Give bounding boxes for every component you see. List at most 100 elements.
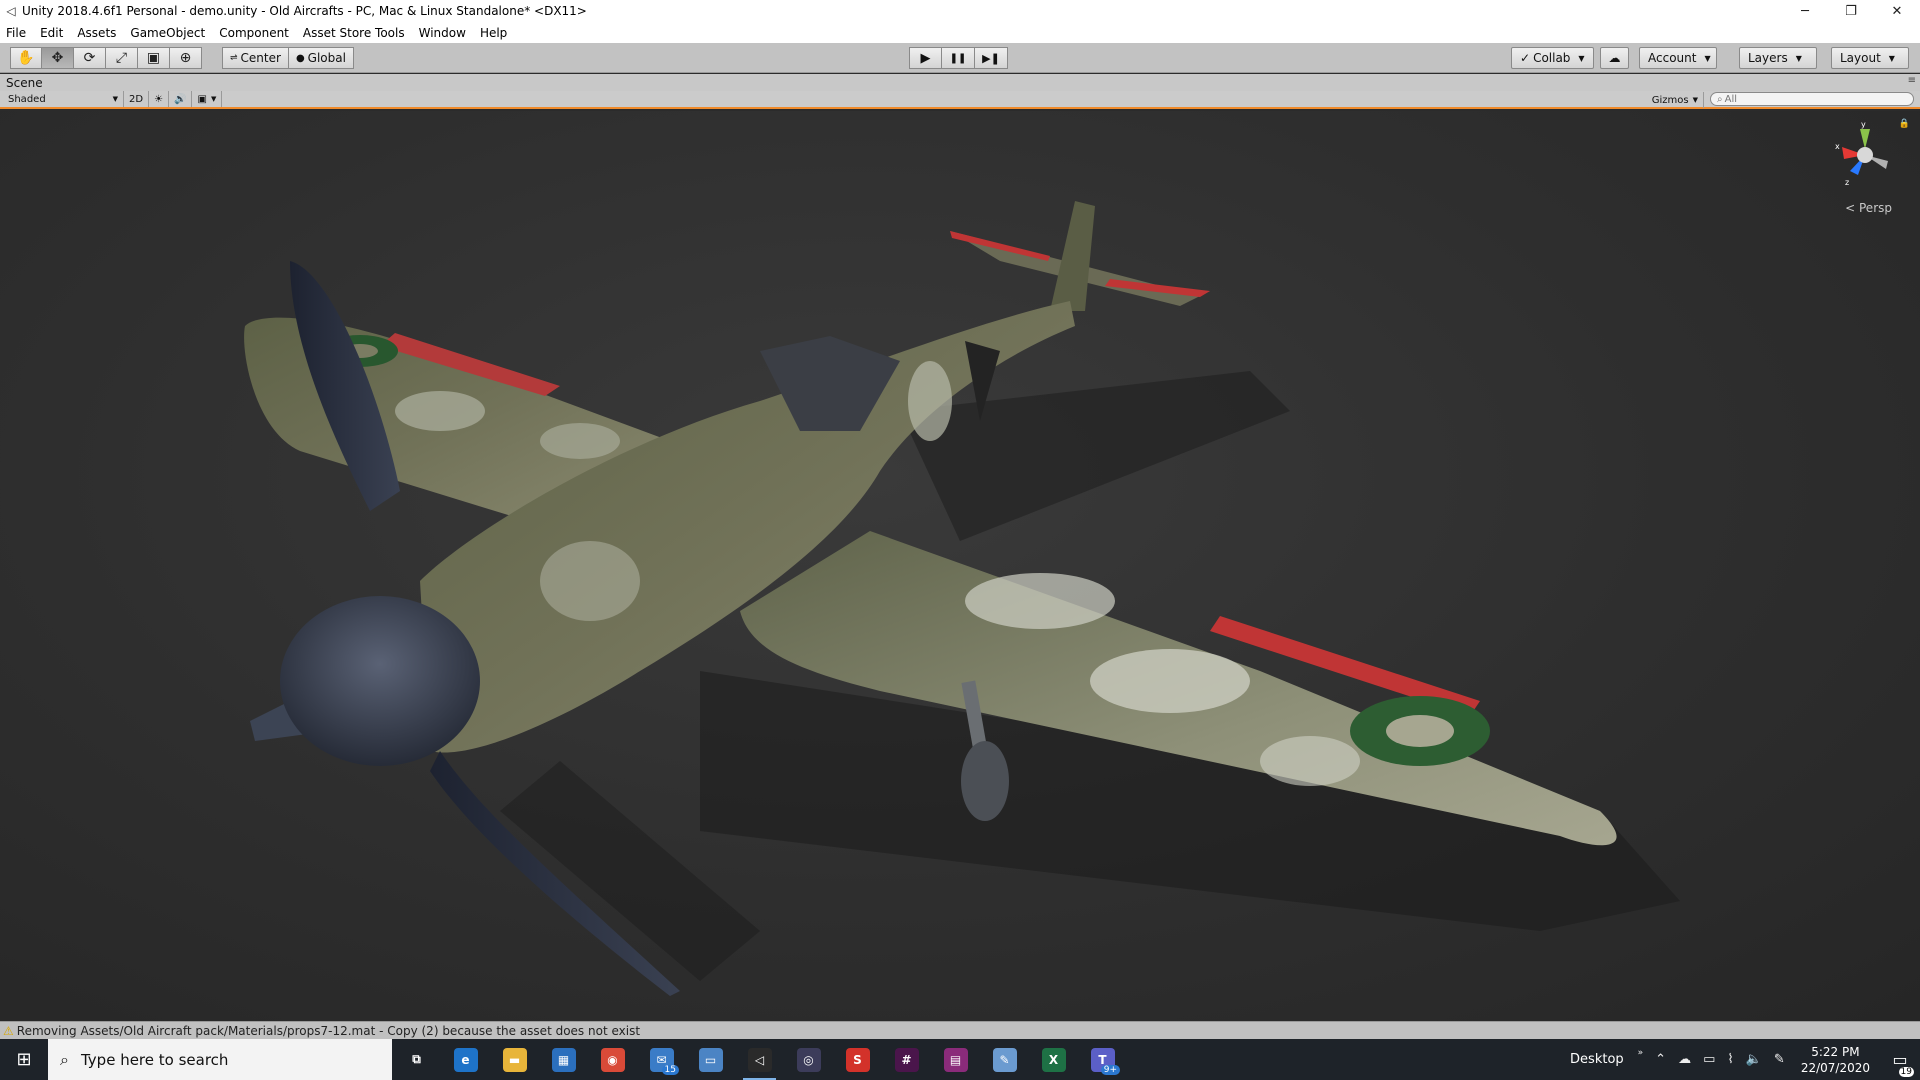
lighting-toggle-icon[interactable]: ☀ (149, 91, 170, 107)
taskbar-app-winrar[interactable]: ▤ (931, 1039, 980, 1080)
transform-tool-icon[interactable]: ⊕ (170, 47, 202, 69)
rect-tool-icon[interactable]: ▣ (138, 47, 170, 69)
window-controls: ─ ❐ ✕ (1782, 0, 1920, 22)
scene-tab[interactable]: Scene (6, 76, 43, 90)
taskbar-app-slack[interactable]: # (882, 1039, 931, 1080)
chevron-up-icon[interactable]: ⌃ (1655, 1052, 1666, 1067)
vertical-fin (1050, 201, 1095, 311)
taskbar-app-obs[interactable]: ◎ (784, 1039, 833, 1080)
app-badge: 9+ (1100, 1065, 1120, 1075)
menu-file[interactable]: File (6, 26, 26, 40)
task-view-icon: ⧉ (412, 1052, 421, 1066)
taskbar-app-app-s[interactable]: S (833, 1039, 882, 1080)
draw-mode-label: Shaded (8, 93, 46, 105)
pivot-center-button[interactable]: ⇌ Center (222, 47, 289, 69)
excel-icon: X (1041, 1047, 1066, 1072)
cloud-button-wrap: ☁ (1600, 47, 1629, 69)
minimize-button[interactable]: ─ (1782, 0, 1828, 22)
gizmos-dropdown[interactable]: Gizmos ▼ (1647, 92, 1704, 108)
taskbar-app-mail[interactable]: ✉ 15 (637, 1039, 686, 1080)
notification-center-button[interactable]: ▭ 19 (1880, 1050, 1920, 1077)
hand-tool-icon[interactable]: ✋ (10, 47, 42, 69)
play-button[interactable]: ▶ (909, 47, 942, 69)
search-icon: ⌕ (60, 1049, 69, 1069)
taskbar-app-paint[interactable]: ✎ (980, 1039, 1029, 1080)
chevron-down-icon: ▼ (1795, 53, 1802, 63)
gizmo-x-label: x (1835, 142, 1840, 151)
battery-icon[interactable]: ▭ (1703, 1052, 1715, 1067)
global-space-button[interactable]: ● Global (288, 47, 354, 69)
chevron-expand-icon[interactable]: » (1638, 1048, 1644, 1058)
volume-icon[interactable]: 🔈 (1746, 1052, 1762, 1067)
tab-menu-icon[interactable]: ≡ (1908, 75, 1916, 86)
taskbar-app-edge[interactable]: e (441, 1039, 490, 1080)
projection-toggle[interactable]: < Persp (1845, 201, 1892, 215)
chevron-down-icon: ▼ (1704, 53, 1711, 63)
collab-dropdown[interactable]: ✓ Collab ▼ (1511, 47, 1594, 69)
taskbar-app-file-explorer[interactable]: ▬ (490, 1039, 539, 1080)
rotate-tool-icon[interactable]: ⟳ (74, 47, 106, 69)
move-tool-icon[interactable]: ✥ (42, 47, 74, 69)
cloud-icon: ☁ (1608, 51, 1621, 65)
menu-asset-store-tools[interactable]: Asset Store Tools (303, 26, 405, 40)
menu-edit[interactable]: Edit (40, 26, 63, 40)
title-bar: ◁ Unity 2018.4.6f1 Personal - demo.unity… (0, 0, 1920, 22)
cloud-button[interactable]: ☁ (1600, 47, 1629, 69)
step-button[interactable]: ▶❚ (975, 47, 1008, 69)
effects-dropdown-icon[interactable]: ▣ ▼ (192, 91, 223, 107)
audio-toggle-icon[interactable]: 🔊 (169, 91, 193, 107)
pen-icon[interactable]: ✎ (1774, 1052, 1785, 1067)
pause-button[interactable]: ❚❚ (942, 47, 975, 69)
restore-button[interactable]: ❐ (1828, 0, 1874, 22)
gizmo-center[interactable] (1857, 147, 1873, 163)
gizmo-z-label: z (1845, 178, 1849, 187)
toggle-2d-button[interactable]: 2D (124, 91, 150, 107)
unity-logo-icon: ◁ (6, 4, 16, 18)
fuselage-roundel (908, 361, 952, 441)
chevron-down-icon: ▼ (1578, 53, 1585, 63)
layout-dropdown[interactable]: Layout ▼ (1831, 47, 1909, 69)
taskbar-app-remote-desktop[interactable]: ▭ (686, 1039, 735, 1080)
wifi-icon[interactable]: ⌇ (1727, 1052, 1733, 1067)
taskbar-app-teams[interactable]: T 9+ (1078, 1039, 1127, 1080)
scale-tool-icon[interactable]: ⤢ (106, 47, 138, 69)
app-badge: 15 (661, 1065, 679, 1075)
gizmo-y-label: y (1861, 120, 1866, 129)
menu-help[interactable]: Help (480, 26, 507, 40)
search-icon: ⌕ (1717, 93, 1723, 105)
taskbar-app-store[interactable]: ▦ (539, 1039, 588, 1080)
right-wing-patch (1090, 649, 1250, 713)
scene-search-input[interactable]: ⌕ All (1710, 92, 1914, 106)
layers-dropdown-wrap: Layers ▼ (1739, 47, 1817, 69)
taskbar-app-unity[interactable]: ◁ (735, 1039, 784, 1080)
start-button[interactable]: ⊞ (0, 1039, 48, 1080)
layers-dropdown[interactable]: Layers ▼ (1739, 47, 1817, 69)
orientation-gizmo[interactable]: y x z (1830, 119, 1900, 199)
scene-view-toolbar: Shaded ▼ 2D ☀ 🔊 ▣ ▼ Gizmos ▼ ⌕ All (0, 91, 1920, 109)
menu-window[interactable]: Window (419, 26, 466, 40)
menu-gameobject[interactable]: GameObject (130, 26, 205, 40)
menu-assets[interactable]: Assets (77, 26, 116, 40)
left-wing-patch (395, 391, 485, 431)
taskbar-search-input[interactable]: ⌕ Type here to search (48, 1039, 392, 1080)
obs-icon: ◎ (796, 1047, 821, 1072)
desktop-toolbar-label[interactable]: Desktop (1570, 1052, 1624, 1067)
lock-icon[interactable]: 🔒 (1899, 119, 1910, 129)
taskbar-app-task-view[interactable]: ⧉ (392, 1039, 441, 1080)
draw-mode-dropdown[interactable]: Shaded ▼ (0, 91, 124, 107)
scene-search-placeholder: All (1724, 93, 1738, 105)
remote-desktop-icon: ▭ (698, 1047, 723, 1072)
right-wing-patch-3 (1260, 736, 1360, 786)
account-dropdown[interactable]: Account ▼ (1639, 47, 1717, 69)
onedrive-icon[interactable]: ☁ (1678, 1052, 1691, 1067)
taskbar-app-chrome[interactable]: ◉ (588, 1039, 637, 1080)
taskbar-app-excel[interactable]: X (1029, 1039, 1078, 1080)
layers-label: Layers (1748, 51, 1788, 65)
console-status-bar[interactable]: ⚠ Removing Assets/Old Aircraft pack/Mate… (0, 1021, 1920, 1039)
menu-bar: File Edit Assets GameObject Component As… (0, 22, 1920, 43)
close-button[interactable]: ✕ (1874, 0, 1920, 22)
menu-component[interactable]: Component (219, 26, 289, 40)
gizmo-y-axis[interactable] (1860, 129, 1870, 149)
scene-viewport[interactable]: 🔒 y x z < Persp (0, 111, 1920, 1021)
clock[interactable]: 5:22 PM 22/07/2020 (1801, 1044, 1870, 1076)
